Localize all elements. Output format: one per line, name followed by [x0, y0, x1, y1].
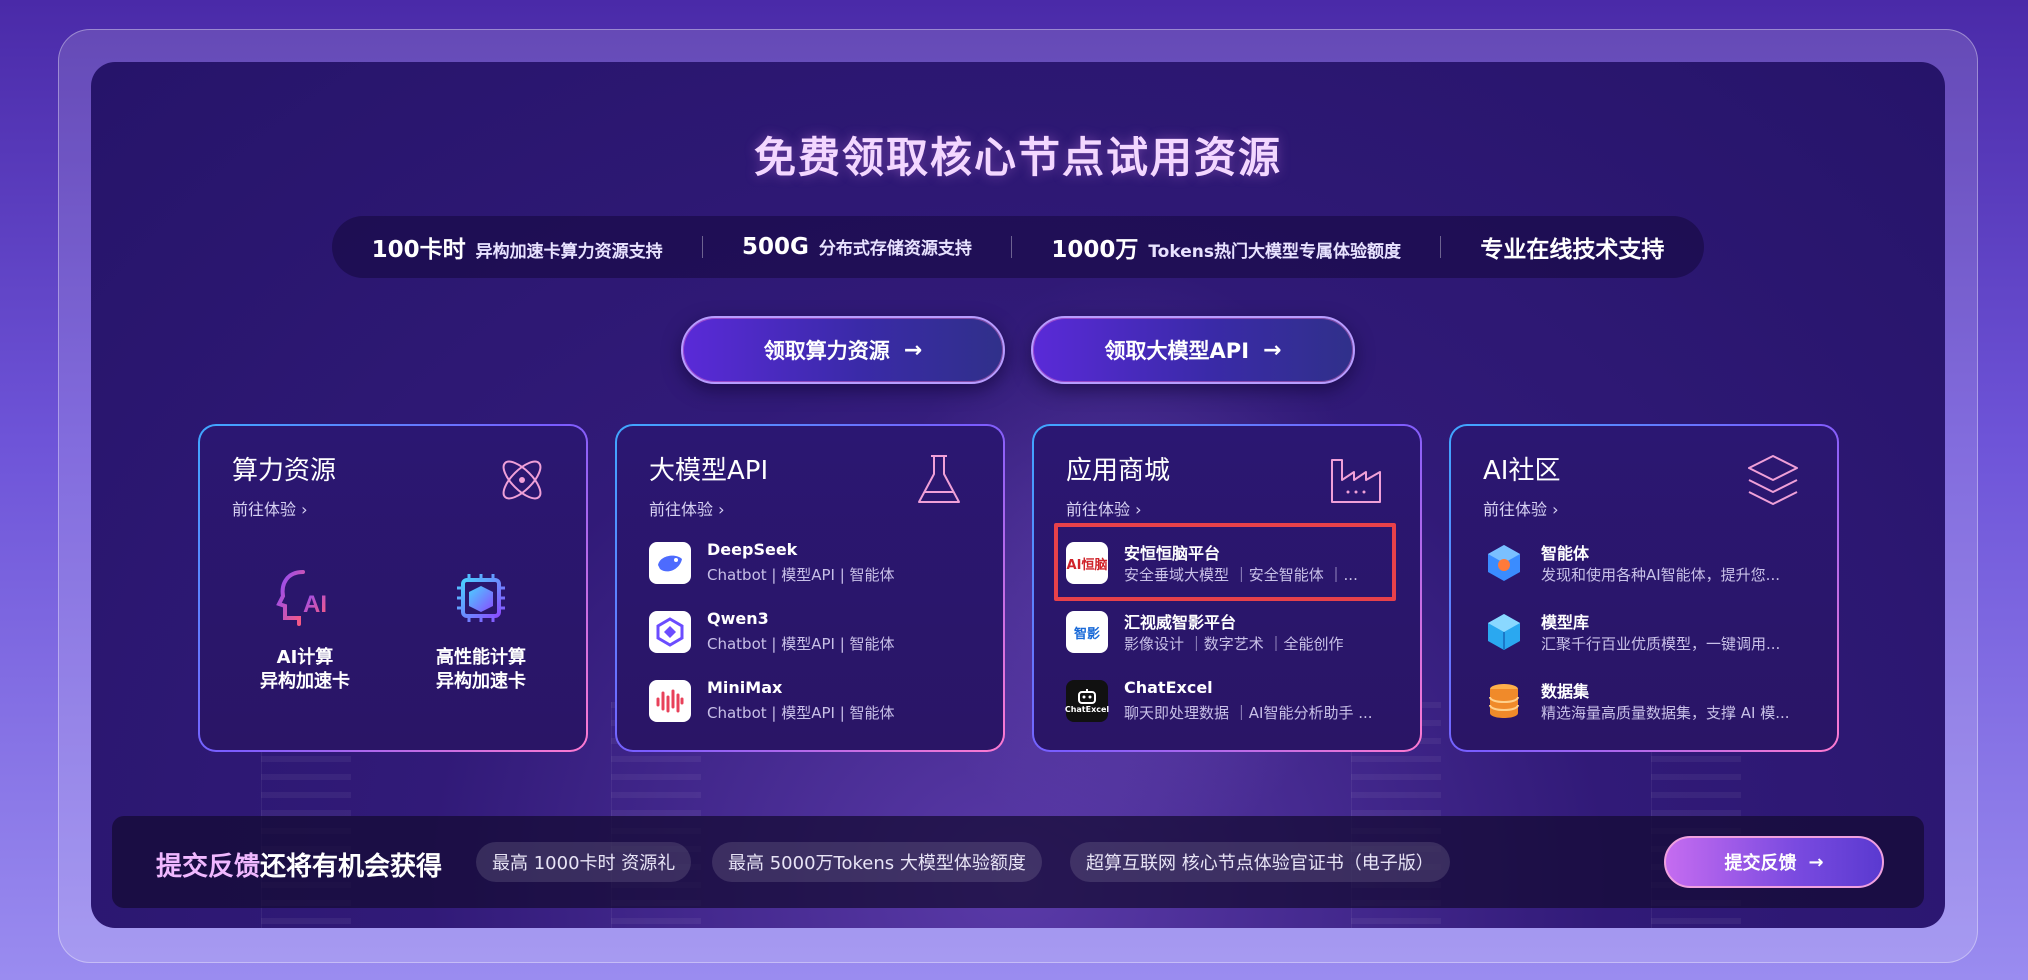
benefit-number: 专业在线技术支持	[1480, 237, 1665, 263]
list-item-agents[interactable]: 智能体 发现和使用各种AI智能体，提升您...	[1483, 538, 1813, 590]
claim-compute-button[interactable]: 领取算力资源 →	[681, 316, 1005, 384]
item-name: 智能体	[1541, 544, 1590, 563]
list-item-anheng-platform[interactable]: AI恒脑 安恒恒脑平台 安全垂域大模型 ｜安全智能体 ｜...	[1066, 538, 1396, 590]
minimax-logo-icon	[649, 680, 691, 722]
hpc-compute-item[interactable]: 高性能计算 异构加速卡	[396, 566, 566, 694]
list-item-qwen3[interactable]: Qwen3 Chatbot | 模型API | 智能体	[649, 607, 979, 659]
item-desc: 影像设计 ｜数字艺术 ｜全能创作	[1124, 635, 1344, 653]
logo-text: ChatExcel	[1064, 704, 1110, 714]
benefit-text: 异构加速卡算力资源支持	[475, 242, 663, 262]
card-ai-community: AI社区 前往体验 › 智能体 发现和使用各种AI智能体，提升您... 模型库 …	[1449, 424, 1839, 752]
list-item-chatexcel[interactable]: ChatExcel ChatExcel 聊天即处理数据 ｜AI智能分析助手 ..…	[1064, 676, 1396, 728]
card-app-store: 应用商城 前往体验 › AI恒脑 安恒恒脑平台 安全垂域大模型 ｜安全智能体 ｜…	[1032, 424, 1422, 752]
atom-icon	[502, 460, 542, 500]
try-now-link[interactable]: 前往体验 ›	[1483, 496, 1559, 520]
divider	[701, 236, 703, 258]
item-desc: 发现和使用各种AI智能体，提升您...	[1541, 566, 1780, 584]
submit-feedback-button[interactable]: 提交反馈 →	[1664, 836, 1884, 888]
layers-icon	[1748, 455, 1798, 505]
benefit-text: 分布式存储资源支持	[818, 239, 972, 259]
page-title: 免费领取核心节点试用资源	[753, 133, 1282, 182]
ai-compute-item[interactable]: AI AI计算 异构加速卡	[220, 566, 390, 694]
benefit-number: 1000万	[1051, 237, 1139, 263]
feedback-bar: 提交反馈还将有机会获得 最高 1000卡时 资源礼 最高 5000万Tokens…	[112, 816, 1924, 908]
list-item-deepseek[interactable]: DeepSeek Chatbot | 模型API | 智能体	[649, 538, 979, 590]
list-item-huishiwei-platform[interactable]: 智影 汇视威智影平台 影像设计 ｜数字艺术 ｜全能创作	[1066, 607, 1396, 659]
item-desc: Chatbot | 模型API | 智能体	[707, 566, 895, 584]
feedback-title-rest: 还将有机会获得	[260, 852, 443, 882]
try-now-link[interactable]: 前往体验 ›	[649, 496, 725, 520]
benefit-bar: 100卡时 异构加速卡算力资源支持 500G 分布式存储资源支持 1000万 T…	[332, 216, 1704, 278]
reward-chip: 最高 1000卡时 资源礼	[476, 842, 692, 882]
item-label: AI计算	[276, 647, 334, 668]
benefit-item: 1000万 Tokens热门大模型专属体验额度	[1051, 230, 1401, 264]
feedback-title-accent: 提交反馈	[156, 852, 261, 882]
feedback-title: 提交反馈还将有机会获得	[156, 846, 442, 883]
try-now-link[interactable]: 前往体验 ›	[232, 496, 308, 520]
list-item-minimax[interactable]: MiniMax Chatbot | 模型API | 智能体	[649, 676, 979, 728]
card-title: AI社区	[1483, 456, 1561, 486]
list-item-model-library[interactable]: 模型库 汇聚千行百业优质模型，一键调用...	[1483, 607, 1813, 659]
card-title: 算力资源	[232, 456, 337, 486]
item-name: MiniMax	[707, 678, 783, 697]
agent-cube-icon	[1483, 542, 1525, 584]
item-name: 数据集	[1541, 682, 1590, 701]
benefit-item: 专业在线技术支持	[1480, 230, 1664, 264]
database-icon	[1483, 680, 1525, 722]
item-name: DeepSeek	[707, 540, 798, 559]
item-desc: 精选海量高质量数据集，支撑 AI 模...	[1541, 704, 1790, 722]
chatexcel-logo-icon: ChatExcel	[1064, 680, 1110, 722]
zhiying-logo-icon: 智影	[1066, 611, 1108, 653]
item-name: 安恒恒脑平台	[1124, 544, 1221, 563]
item-label: 异构加速卡	[436, 671, 526, 692]
benefit-number: 100卡时	[371, 237, 466, 263]
claim-api-label: 领取大模型API	[1104, 339, 1250, 363]
ai-head-icon: AI	[276, 570, 327, 626]
cube-chip-icon	[457, 574, 505, 622]
arrow-right-icon: →	[1808, 851, 1824, 873]
reward-chip: 超算互联网 核心节点体验官证书（电子版）	[1070, 842, 1450, 882]
claim-compute-label: 领取算力资源	[763, 339, 890, 363]
main-panel: 免费领取核心节点试用资源 100卡时 异构加速卡算力资源支持 500G 分布式存…	[91, 62, 1945, 928]
try-now-link[interactable]: 前往体验 ›	[1066, 496, 1142, 520]
item-name: Qwen3	[707, 609, 769, 628]
benefit-item: 500G 分布式存储资源支持	[742, 234, 972, 260]
factory-icon	[1331, 459, 1381, 503]
item-desc: 安全垂域大模型 ｜安全智能体 ｜...	[1124, 566, 1358, 584]
benefit-text: Tokens热门大模型专属体验额度	[1148, 242, 1401, 262]
card-compute: 算力资源 前往体验 › AI AI计算 异构加速卡 高性能计算 异构加速卡	[198, 424, 588, 752]
model-cube-icon	[1483, 611, 1525, 653]
card-title: 大模型API	[649, 456, 769, 486]
benefit-number: 500G	[742, 234, 809, 260]
benefit-item: 100卡时 异构加速卡算力资源支持	[372, 230, 663, 264]
svg-text:AI: AI	[303, 591, 327, 618]
divider	[1011, 236, 1013, 258]
item-label: 异构加速卡	[260, 671, 350, 692]
claim-api-button[interactable]: 领取大模型API →	[1031, 316, 1355, 384]
item-desc: Chatbot | 模型API | 智能体	[707, 635, 895, 653]
deepseek-logo-icon	[649, 542, 691, 584]
card-title: 应用商城	[1066, 456, 1171, 486]
flask-icon	[918, 455, 960, 503]
item-desc: 聊天即处理数据 ｜AI智能分析助手 ...	[1124, 704, 1373, 722]
list-item-datasets[interactable]: 数据集 精选海量高质量数据集，支撑 AI 模...	[1483, 676, 1813, 728]
item-name: ChatExcel	[1124, 678, 1213, 697]
item-desc: Chatbot | 模型API | 智能体	[707, 704, 895, 722]
reward-chip: 最高 5000万Tokens 大模型体验额度	[712, 842, 1042, 882]
submit-feedback-label: 提交反馈	[1724, 853, 1797, 874]
qwen-logo-icon	[649, 611, 691, 653]
arrow-right-icon: →	[903, 337, 923, 363]
divider	[1440, 236, 1442, 258]
card-llm-api: 大模型API 前往体验 › DeepSeek Chatbot | 模型API |…	[615, 424, 1005, 752]
item-desc: 汇聚千行百业优质模型，一键调用...	[1541, 635, 1781, 653]
arrow-right-icon: →	[1263, 337, 1282, 363]
item-name: 模型库	[1541, 613, 1590, 632]
anheng-logo-icon: AI恒脑	[1066, 542, 1108, 584]
item-label: 高性能计算	[436, 647, 526, 668]
item-name: 汇视威智影平台	[1124, 613, 1237, 632]
